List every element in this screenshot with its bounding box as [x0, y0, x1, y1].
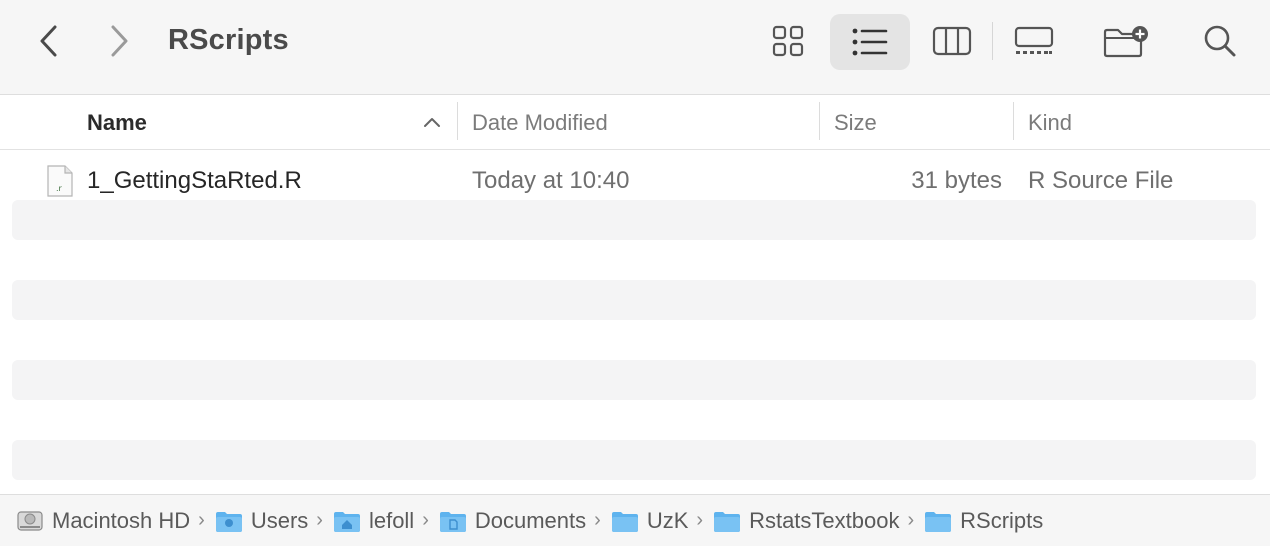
file-name: 1_GettingStaRted.R — [87, 167, 302, 194]
grid-icon — [772, 25, 804, 57]
path-item-documents[interactable]: Documents › — [439, 508, 611, 534]
search-icon — [1204, 25, 1236, 57]
path-item-lefoll[interactable]: lefoll › — [333, 508, 439, 534]
chevron-up-icon[interactable] — [422, 112, 442, 132]
search-button[interactable] — [1198, 20, 1242, 62]
path-item-label: RScripts — [960, 507, 1044, 533]
empty-row — [12, 360, 1256, 400]
toolbar: RScripts — [0, 0, 1270, 95]
column-divider[interactable] — [1013, 102, 1014, 140]
list-icon — [852, 28, 888, 56]
path-item-macintosh-hd[interactable]: Macintosh HD › — [16, 508, 215, 534]
empty-row — [12, 280, 1256, 320]
path-bar: Macintosh HD › Users › lefoll › Document… — [0, 494, 1270, 546]
empty-row — [12, 440, 1256, 480]
window-title: RScripts — [168, 24, 289, 56]
r-file-icon: .r — [47, 165, 73, 197]
column-divider[interactable] — [819, 102, 820, 140]
column-header-name[interactable]: Name — [87, 96, 147, 150]
file-row[interactable]: .r 1_GettingStaRted.R Today at 10:40 31 … — [12, 160, 1256, 202]
new-folder-button[interactable] — [1100, 20, 1152, 62]
path-separator: › — [696, 509, 704, 531]
file-date-modified: Today at 10:40 — [472, 167, 630, 194]
column-divider[interactable] — [457, 102, 458, 140]
path-item-rstatstextbook[interactable]: RstatsTextbook › — [713, 508, 924, 534]
folder-icon — [714, 511, 741, 532]
file-icon-label: .r — [56, 184, 63, 193]
folder-icon — [611, 511, 638, 532]
column-header-kind[interactable]: Kind — [1028, 96, 1072, 150]
path-item-label: Documents — [474, 507, 587, 533]
columns-icon — [932, 26, 972, 56]
column-header-date-modified[interactable]: Date Modified — [472, 96, 608, 150]
file-size: 31 bytes — [911, 167, 1002, 194]
file-kind: R Source File — [1028, 167, 1174, 194]
path-item-users[interactable]: Users › — [215, 508, 333, 534]
back-button[interactable] — [28, 20, 68, 62]
view-as-icons-button[interactable] — [768, 20, 808, 62]
users-folder-icon — [215, 511, 242, 532]
path-item-rscripts[interactable]: RScripts — [924, 508, 1043, 534]
path-item-label: RstatsTextbook — [749, 507, 900, 533]
path-separator: › — [316, 509, 323, 531]
chevron-left-icon — [40, 25, 57, 57]
view-as-gallery-button[interactable] — [1012, 20, 1056, 62]
home-folder-icon — [333, 511, 360, 532]
view-as-list-button[interactable] — [830, 14, 910, 70]
hard-drive-icon — [17, 510, 43, 531]
documents-folder-icon — [439, 511, 466, 532]
gallery-icon — [1014, 26, 1054, 54]
path-separator: › — [907, 509, 915, 531]
path-item-label: Users — [250, 507, 309, 533]
forward-button[interactable] — [100, 20, 140, 62]
empty-row — [12, 200, 1256, 240]
path-item-label: Macintosh HD — [52, 507, 191, 533]
path-item-uzk[interactable]: UzK › — [611, 508, 713, 534]
view-as-columns-button[interactable] — [930, 20, 974, 62]
path-separator: › — [198, 509, 205, 531]
folder-plus-icon — [1103, 26, 1148, 58]
column-header-bar: Name Date Modified Size Kind — [0, 96, 1270, 150]
path-separator: › — [422, 509, 429, 531]
path-item-label: UzK — [646, 507, 689, 533]
path-separator: › — [594, 509, 601, 531]
folder-icon — [925, 511, 952, 532]
chevron-right-icon — [111, 25, 128, 57]
toolbar-separator — [992, 22, 993, 60]
path-item-label: lefoll — [368, 507, 415, 533]
column-header-size[interactable]: Size — [834, 96, 877, 150]
